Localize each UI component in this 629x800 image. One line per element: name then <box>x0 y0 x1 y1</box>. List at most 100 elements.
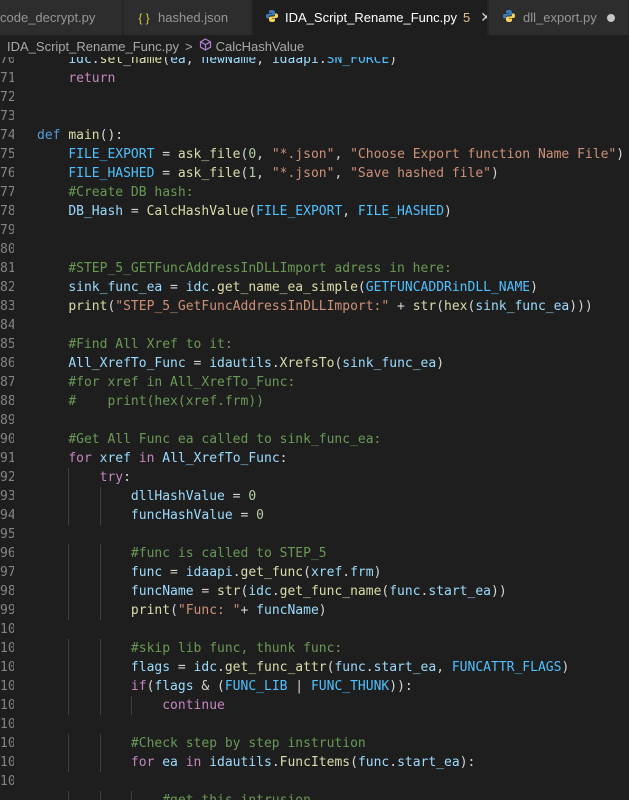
code-token: ea <box>162 755 178 770</box>
code-line[interactable]: 82 sink_func_ea = idc.get_name_ea_simple… <box>0 278 629 297</box>
tab-code-decrypt[interactable]: code_decrypt.py <box>0 0 123 35</box>
code-line[interactable]: 75 FILE_EXPORT = ask_file(0, "*.json", "… <box>0 145 629 164</box>
code-line[interactable]: 104 continue <box>0 696 629 715</box>
code-token: ( <box>162 57 171 67</box>
code-line[interactable]: 83 print ("STEP_5_GetFuncAddressInDLLImpo… <box>0 297 629 316</box>
line-number: 106 <box>0 736 14 751</box>
breadcrumb-file[interactable]: IDA_Script_Rename_Func.py <box>7 39 179 54</box>
code-line[interactable]: 99 print("Func: "+ funcName) <box>0 601 629 620</box>
code-line[interactable]: 81 #STEP_5_GETFuncAddressInDLLImport adr… <box>0 259 629 278</box>
code-line[interactable]: 91 for xref in All_XrefTo_Func: <box>0 449 629 468</box>
line-number: 95 <box>0 527 14 542</box>
code-line[interactable]: 84 <box>0 316 629 335</box>
code-token: & ( <box>193 679 225 694</box>
code-line[interactable]: 105 <box>0 715 629 734</box>
code-line[interactable]: 72 <box>0 88 629 107</box>
tab-dll-export[interactable]: dll_export.py <box>489 0 629 35</box>
code-line[interactable]: #get this intrusion <box>0 791 629 800</box>
code-token: . <box>365 660 374 675</box>
code-line[interactable]: 70 idc.set_name(ea, newName, idaapi.SN_F… <box>0 57 629 69</box>
code-line[interactable]: 95 <box>0 525 629 544</box>
code-line[interactable]: 85 #Find All Xref to it: <box>0 335 629 354</box>
close-icon[interactable]: ✕ <box>480 9 487 26</box>
code-text: for xref in All_XrefTo_Func: <box>37 449 287 468</box>
code-token: ( <box>303 565 311 580</box>
code-token: FUNC_THUNK <box>310 679 390 694</box>
code-editor[interactable]: 70 idc.set_name(ea, newName, idaapi.SN_F… <box>0 57 629 800</box>
line-number: 98 <box>0 584 14 599</box>
code-line[interactable]: 93 dllHashValue = 0 <box>0 487 629 506</box>
code-token: 0 <box>248 147 257 162</box>
code-text: funcHashValue = 0 <box>37 506 264 525</box>
code-text: flags = idc.get_func_attr(func.start_ea,… <box>37 658 569 677</box>
code-token: , <box>334 166 351 181</box>
code-line[interactable]: 78 DB_Hash = CalcHashValue(FILE_EXPORT, … <box>0 202 629 221</box>
code-line[interactable]: 106 #Check step by step instrution <box>0 734 629 753</box>
code-token: ))) <box>569 299 593 314</box>
code-token: ( <box>357 280 366 295</box>
code-line[interactable]: 76 FILE_HASHED = ask_file(1, "*.json", "… <box>0 164 629 183</box>
code-line[interactable]: 74 def main(): <box>0 126 629 145</box>
code-line[interactable]: 87 #for xref in All_XrefTo_Func: <box>0 373 629 392</box>
code-token: All_XrefTo_Func <box>162 451 280 466</box>
python-icon <box>265 9 279 26</box>
code-line[interactable]: 77 #Create DB hash: <box>0 183 629 202</box>
code-text: FILE_HASHED = ask_file(1, "*.json", "Sav… <box>37 164 499 183</box>
code-line[interactable]: 100 <box>0 620 629 639</box>
editor-tab-bar: code_decrypt.py { } hashed.json IDA_Scri… <box>0 0 629 35</box>
code-line[interactable]: 102 flags = idc.get_func_attr(func.start… <box>0 658 629 677</box>
code-token: : <box>279 451 288 466</box>
code-token: | <box>287 679 311 694</box>
line-number: 107 <box>0 755 14 770</box>
tab-hashed-json[interactable]: { } hashed.json <box>124 0 252 35</box>
code-line[interactable]: 98 funcName = str(idc.get_func_name(func… <box>0 582 629 601</box>
code-line[interactable]: 92 try: <box>0 468 629 487</box>
code-token: funcName <box>256 603 319 618</box>
code-line[interactable]: 96 #func is called to STEP_5 <box>0 544 629 563</box>
breadcrumb-symbol[interactable]: CalcHashValue <box>216 39 305 54</box>
line-number: 77 <box>0 185 14 200</box>
code-line[interactable]: 103 if(flags & (FUNC_LIB | FUNC_THUNK)): <box>0 677 629 696</box>
code-token: ea <box>170 57 186 67</box>
code-line[interactable]: 94 funcHashValue = 0 <box>0 506 629 525</box>
code-token: return <box>68 71 116 86</box>
code-line[interactable]: 101 #skip lib func, thunk func: <box>0 639 629 658</box>
code-token: (): <box>99 128 124 143</box>
code-line[interactable]: 86 All_XrefTo_Func = idautils.XrefsTo(si… <box>0 354 629 373</box>
code-line[interactable]: 97 func = idaapi.get_func(xref.frm) <box>0 563 629 582</box>
code-token: , <box>256 57 272 67</box>
code-line[interactable]: 79 <box>0 221 629 240</box>
code-line[interactable]: 89 <box>0 411 629 430</box>
line-number: 81 <box>0 261 14 276</box>
code-line[interactable]: 80 <box>0 240 629 259</box>
code-token: get_name_ea_simple <box>217 280 358 295</box>
code-text: print ("STEP_5_GetFuncAddressInDLLImport:… <box>37 297 593 316</box>
line-number: 70 <box>0 57 14 67</box>
tab-ida-script[interactable]: IDA_Script_Rename_Func.py 5 ✕ <box>253 0 488 35</box>
code-line[interactable]: 73 <box>0 107 629 126</box>
code-line[interactable]: 71 return <box>0 69 629 88</box>
code-token: = <box>224 489 249 504</box>
unsaved-dot-icon[interactable] <box>606 13 615 22</box>
code-line[interactable]: 88 # print(hex(xref.frm)) <box>0 392 629 411</box>
code-token: idautils <box>209 755 272 770</box>
tab-label: hashed.json <box>158 10 229 25</box>
code-token: ) <box>436 356 445 371</box>
code-line[interactable]: 107 for ea in idautils.FuncItems(func.st… <box>0 753 629 772</box>
code-token: 0 <box>248 489 257 504</box>
code-token: "STEP_5_GetFuncAddressInDLLImport:" <box>115 299 390 314</box>
code-token: str <box>412 299 437 314</box>
code-line[interactable]: 90 #Get All Func ea called to sink_func_… <box>0 430 629 449</box>
code-text: funcName = str(idc.get_func_name(func.st… <box>37 582 507 601</box>
code-line[interactable]: 108 <box>0 772 629 791</box>
